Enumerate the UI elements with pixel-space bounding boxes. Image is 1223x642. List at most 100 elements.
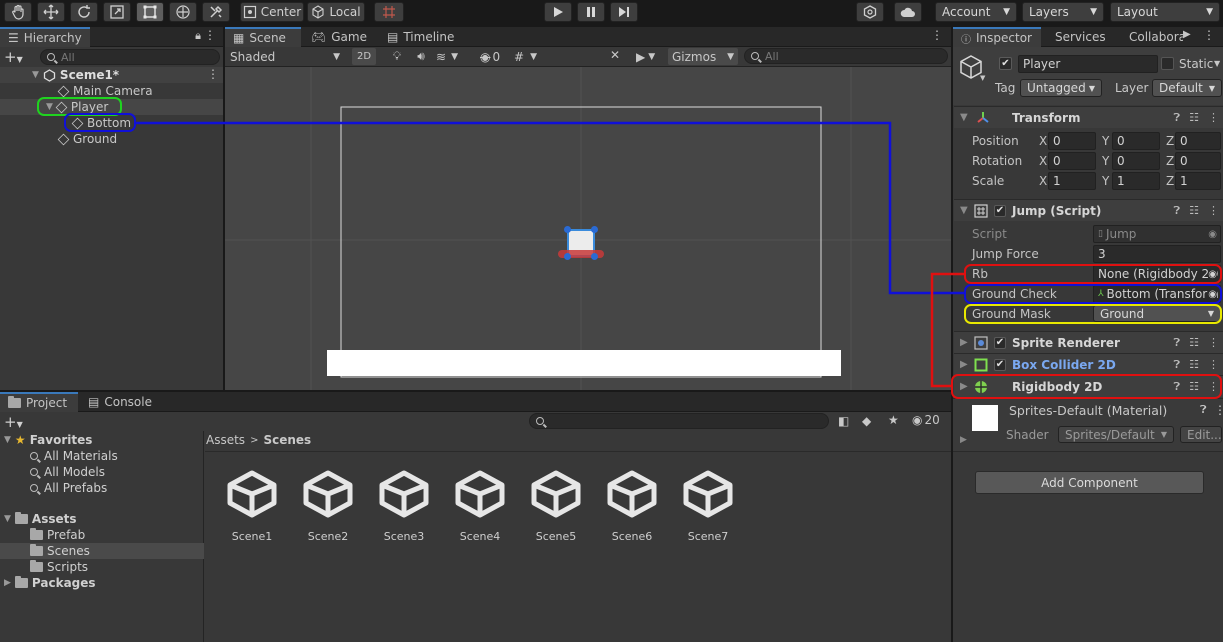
scene-asset[interactable]: Scene6 xyxy=(594,470,670,543)
shader-dropdown[interactable]: Sprites/Default ▼ xyxy=(1058,426,1174,443)
scale-tool-button[interactable] xyxy=(103,2,131,22)
hand-tool-button[interactable] xyxy=(4,2,32,22)
rotation-x-input[interactable]: 0 xyxy=(1048,152,1096,170)
project-visibility-toggle[interactable]: ◉ 20 xyxy=(912,413,940,427)
layers-dropdown[interactable]: Layers ▼ xyxy=(1022,2,1104,22)
scale-z-input[interactable]: 1 xyxy=(1175,172,1221,190)
tab-project[interactable]: Project xyxy=(0,392,78,412)
cloud-button[interactable] xyxy=(894,2,922,22)
scene-asset[interactable]: Scene2 xyxy=(290,470,366,543)
favorite-star-icon[interactable]: ★ xyxy=(888,413,899,427)
scene-lighting-toggle[interactable]: 💡︎ xyxy=(388,48,406,65)
space-local-button[interactable]: Local xyxy=(307,2,365,22)
project-add-button[interactable]: +▼ xyxy=(4,413,23,431)
rect-tool-button[interactable] xyxy=(136,2,164,22)
hierarchy-item-main-camera[interactable]: Main Camera xyxy=(57,83,153,99)
axis-x-label[interactable]: X xyxy=(1039,152,1047,170)
asset-folder[interactable]: Scripts xyxy=(30,559,88,575)
transform-header[interactable]: ▼ Transform ❓︎ ☷ ⋮ xyxy=(954,106,1223,128)
project-search-input[interactable] xyxy=(529,413,829,429)
static-dropdown-icon[interactable]: ▼ xyxy=(1214,59,1220,68)
static-checkbox[interactable] xyxy=(1161,57,1174,70)
axis-z-label[interactable]: Z xyxy=(1166,152,1174,170)
chevron-down-icon[interactable]: ▼ xyxy=(980,74,985,82)
scene-viewport[interactable] xyxy=(225,67,951,390)
pivot-center-button[interactable]: Center xyxy=(240,2,304,22)
hierarchy-item-ground[interactable]: Ground xyxy=(57,131,117,147)
position-z-input[interactable]: 0 xyxy=(1175,132,1221,150)
collab-button[interactable] xyxy=(856,2,884,22)
tab-timeline[interactable]: ▤ Timeline xyxy=(379,27,462,47)
help-icon[interactable]: ❓︎ xyxy=(1174,336,1181,350)
scene-search-input[interactable]: All xyxy=(744,48,948,64)
tab-scene[interactable]: ▦ Scene xyxy=(225,27,301,47)
step-button[interactable] xyxy=(610,2,638,22)
preset-icon[interactable]: ☷ xyxy=(1189,111,1199,125)
hierarchy-search-input[interactable]: All xyxy=(40,49,220,65)
box-collider-enabled-checkbox[interactable]: ✔ xyxy=(994,358,1006,371)
more-menu-icon[interactable]: ⋮ xyxy=(1208,204,1219,218)
pause-button[interactable] xyxy=(577,2,605,22)
tab-console[interactable]: ▤ Console xyxy=(80,392,160,412)
scene-asset[interactable]: Scene5 xyxy=(518,470,594,543)
preset-icon[interactable]: ☷ xyxy=(1189,380,1199,394)
hierarchy-add-button[interactable]: +▼ xyxy=(4,48,23,66)
play-button[interactable] xyxy=(544,2,572,22)
hierarchy-item-player[interactable]: ▼ Player xyxy=(46,99,108,115)
grid-snap-button[interactable] xyxy=(374,2,404,22)
more-menu-icon[interactable]: ⋮ xyxy=(1208,358,1219,372)
hierarchy-item-bottom[interactable]: Bottom xyxy=(71,115,131,131)
more-menu-icon[interactable]: ⋮ xyxy=(1203,28,1215,42)
help-icon[interactable]: ❓︎ xyxy=(1174,111,1181,125)
ground-check-object-field[interactable]: ⅄ Bottom (Transform ◉ xyxy=(1093,285,1221,303)
shading-mode-dropdown[interactable]: Shaded ▼ xyxy=(225,47,345,66)
breadcrumb-root[interactable]: Assets xyxy=(206,433,245,447)
jump-script-header[interactable]: ▼ ✔ Jump (Script) ❓︎ ☷ ⋮ xyxy=(954,199,1223,221)
tab-services[interactable]: Services xyxy=(1047,27,1114,47)
help-icon[interactable]: ❓︎ xyxy=(1200,403,1207,417)
tab-scroll-right-icon[interactable]: ▶ xyxy=(1183,29,1191,40)
favorites-header[interactable]: ▼ ★ Favorites xyxy=(4,432,92,448)
expand-arrow-icon[interactable]: ▶ xyxy=(960,435,967,445)
more-menu-icon[interactable]: ⋮ xyxy=(931,28,943,42)
mode-2d-toggle[interactable]: 2D xyxy=(352,48,376,65)
axis-y-label[interactable]: Y xyxy=(1102,132,1109,150)
scene-root[interactable]: ▼ Sceme1* xyxy=(32,67,119,83)
jump-force-input[interactable]: 3 xyxy=(1093,245,1221,263)
preset-icon[interactable]: ☷ xyxy=(1189,336,1199,350)
ground-mask-dropdown[interactable]: Ground ▼ xyxy=(1093,305,1221,322)
layout-dropdown[interactable]: Layout ▼ xyxy=(1110,2,1220,22)
tab-collaborate[interactable]: Collabora xyxy=(1121,27,1183,47)
tag-dropdown[interactable]: Untagged ▼ xyxy=(1020,79,1102,97)
axis-z-label[interactable]: Z xyxy=(1166,172,1174,190)
scale-y-input[interactable]: 1 xyxy=(1112,172,1160,190)
rotation-z-input[interactable]: 0 xyxy=(1175,152,1221,170)
favorite-item[interactable]: All Models xyxy=(30,464,105,480)
preset-icon[interactable]: ☷ xyxy=(1189,204,1199,218)
more-menu-icon[interactable]: ⋮ xyxy=(1208,336,1219,350)
assets-header[interactable]: ▼ Assets xyxy=(4,511,77,527)
filter-label-icon[interactable]: ◆ xyxy=(862,414,871,428)
move-tool-button[interactable] xyxy=(37,2,65,22)
scene-asset[interactable]: Scene4 xyxy=(442,470,518,543)
position-x-input[interactable]: 0 xyxy=(1048,132,1096,150)
more-menu-icon[interactable]: ⋮ xyxy=(1208,111,1219,125)
scene-asset[interactable]: Scene3 xyxy=(366,470,442,543)
object-picker-icon[interactable]: ◉ xyxy=(1208,288,1217,300)
jump-enabled-checkbox[interactable]: ✔ xyxy=(994,204,1006,217)
lock-icon[interactable]: 🔒︎ xyxy=(195,29,201,43)
tab-hierarchy[interactable]: ☰ Hierarchy xyxy=(0,27,90,47)
preset-icon[interactable]: ☷ xyxy=(1189,358,1199,372)
rect-handle[interactable] xyxy=(564,253,571,260)
axis-y-label[interactable]: Y xyxy=(1102,152,1109,170)
object-picker-icon[interactable]: ◉ xyxy=(1208,229,1217,240)
asset-folder[interactable]: Prefab xyxy=(30,527,85,543)
rect-handle[interactable] xyxy=(591,253,598,260)
more-menu-icon[interactable]: ⋮ xyxy=(204,28,216,42)
scene-asset[interactable]: Scene1 xyxy=(214,470,290,543)
more-menu-icon[interactable]: ⋮ xyxy=(1214,403,1223,417)
rigidbody-header[interactable]: ▶ Rigidbody 2D ❓︎ ☷ ⋮ xyxy=(954,375,1223,397)
packages-header[interactable]: ▶ Packages xyxy=(4,575,96,591)
rotation-y-input[interactable]: 0 xyxy=(1112,152,1160,170)
position-y-input[interactable]: 0 xyxy=(1112,132,1160,150)
